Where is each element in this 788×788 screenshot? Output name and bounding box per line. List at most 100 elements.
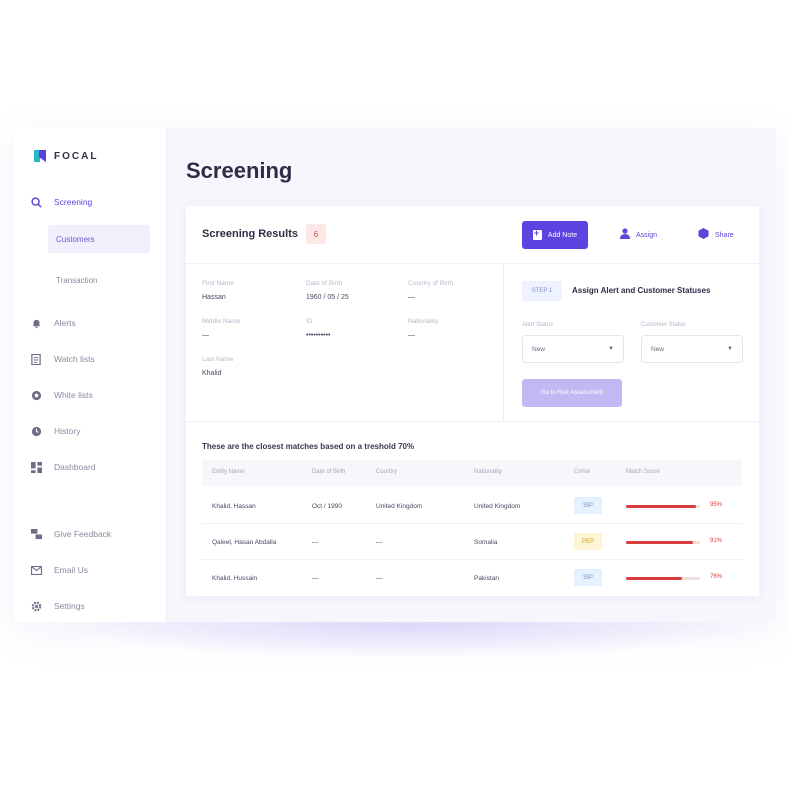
cell-country: United Kingdom (376, 503, 423, 510)
go-to-risk-assessment-button[interactable]: Go to Risk Assessment (522, 379, 622, 407)
field-label: Last Name (202, 356, 234, 363)
globe-icon (30, 389, 42, 401)
alert-status-label: Alert Status (522, 322, 554, 328)
field-middle-name: Middle Name — (202, 318, 292, 339)
risk-assessment-label: Go to Risk Assessment (540, 390, 604, 396)
sidebar-item-watch-lists[interactable]: Watch lists (30, 346, 160, 372)
match-score-bar (626, 541, 700, 544)
field-value: 1960 / 05 / 25 (306, 294, 349, 301)
sidebar-item-label: Email Us (54, 565, 89, 575)
field-label: ID (306, 318, 313, 325)
sidebar-item-label: History (54, 426, 81, 436)
search-icon (30, 196, 42, 208)
field-country-of-birth: Country of Birth — (408, 280, 498, 301)
bell-icon (30, 317, 42, 329)
sidebar-item-screening[interactable]: Screening (30, 189, 160, 215)
share-label: Share (715, 231, 734, 239)
sidebar-item-alerts[interactable]: Alerts (30, 310, 160, 336)
dashboard-icon (30, 461, 42, 473)
match-score-value: 91% (710, 538, 723, 544)
assign-label: Assign (636, 231, 658, 239)
add-note-label: Add Note (547, 231, 578, 239)
gear-icon (30, 600, 42, 612)
sidebar-item-dashboard[interactable]: Dashboard (30, 454, 160, 480)
field-label: Nationality (408, 318, 439, 325)
sidebar-item-label: Screening (54, 197, 93, 207)
sidebar-subitem-transaction[interactable]: Transaction (48, 266, 150, 294)
user-icon (620, 228, 630, 242)
sidebar-item-history[interactable]: History (30, 418, 160, 444)
document-icon (30, 353, 42, 365)
crime-tag: SIP (574, 497, 602, 514)
sidebar-subitem-label: Customers (56, 234, 95, 244)
chevron-down-icon: ▼ (727, 346, 733, 352)
match-score-value: 76% (710, 574, 723, 580)
screening-results-card: Screening Results 6 Add Note Assign Shar… (186, 206, 759, 596)
customer-status-label: Customer Status (641, 322, 686, 328)
sidebar-item-settings[interactable]: Settings (30, 593, 160, 619)
cell-name: Khalid, Hussain (212, 575, 258, 582)
field-value: Hassan (202, 294, 226, 301)
field-label: Country of Birth (408, 280, 454, 287)
field-value: — (408, 294, 415, 301)
sidebar-item-label: Settings (54, 601, 85, 611)
field-label: First Name (202, 280, 234, 287)
cell-dob: Oct / 1990 (312, 503, 342, 510)
note-icon (532, 228, 542, 240)
column-header: Country (376, 469, 398, 475)
column-header: Crime (574, 469, 590, 475)
customer-status-value: New (651, 345, 665, 353)
match-score-fill (626, 577, 683, 580)
column-header: Date of Birth (312, 469, 346, 475)
step-panel: STEP 1 Assign Alert and Customer Statuse… (504, 264, 759, 422)
mail-icon (30, 564, 42, 576)
clock-icon (30, 425, 42, 437)
alert-status-value: New (532, 345, 546, 353)
sidebar-subitem-customers[interactable]: Customers (48, 225, 150, 253)
column-header: Nationality (474, 469, 503, 475)
assign-button[interactable]: Assign (620, 221, 657, 249)
field-nationality: Nationality — (408, 318, 498, 339)
cell-country: — (376, 539, 383, 546)
cell-nationality: Pakistan (474, 575, 499, 582)
sidebar-item-label: White lists (54, 390, 93, 400)
cell-dob: — (312, 539, 319, 546)
sidebar: FOCAL Screening Customers Transaction Al… (14, 128, 167, 622)
alert-status-select[interactable]: New ▼ (522, 335, 624, 363)
table-row[interactable]: Qaleel, Hasan Abdalla — — Somalia PEP 91… (202, 524, 742, 560)
match-score-fill (626, 505, 697, 508)
step-badge: STEP 1 (522, 281, 562, 301)
field-value: •••••••••• (306, 332, 331, 339)
sidebar-item-white-lists[interactable]: White lists (30, 382, 160, 408)
match-score-bar (626, 505, 700, 508)
logo-icon (34, 150, 46, 162)
sidebar-subitem-label: Transaction (56, 275, 98, 285)
share-button[interactable]: Share (698, 221, 734, 249)
table-row[interactable]: Khalid, Hassan Oct / 1990 United Kingdom… (202, 488, 742, 524)
match-score-value: 95% (710, 502, 723, 508)
match-score-fill (626, 541, 694, 544)
customer-details: First Name Hassan Date of Birth 1960 / 0… (186, 264, 504, 422)
field-id: ID •••••••••• (306, 318, 396, 339)
sidebar-item-label: Watch lists (54, 354, 95, 364)
cell-dob: — (312, 575, 319, 582)
results-count-badge: 6 (306, 224, 326, 244)
cell-nationality: United Kingdom (474, 503, 521, 510)
field-value: — (202, 332, 209, 339)
table-row[interactable]: Khalid, Hussain — — Pakistan SIP 76% (202, 560, 742, 596)
column-header: Match Score (626, 469, 660, 475)
field-value: — (408, 332, 415, 339)
match-score-bar (626, 577, 700, 580)
customer-status-select[interactable]: New ▼ (641, 335, 743, 363)
field-label: Middle Name (202, 318, 241, 325)
add-note-button[interactable]: Add Note (522, 221, 588, 249)
field-value: Khalid (202, 370, 222, 377)
brand-logo: FOCAL (34, 150, 98, 162)
column-header: Entity Name (212, 469, 245, 475)
sidebar-item-email-us[interactable]: Email Us (30, 557, 160, 583)
sidebar-item-give-feedback[interactable]: Give Feedback (30, 521, 160, 547)
cell-country: — (376, 575, 383, 582)
matches-title: These are the closest matches based on a… (202, 442, 415, 451)
feedback-icon (30, 528, 42, 540)
crime-tag: SIP (574, 569, 602, 586)
